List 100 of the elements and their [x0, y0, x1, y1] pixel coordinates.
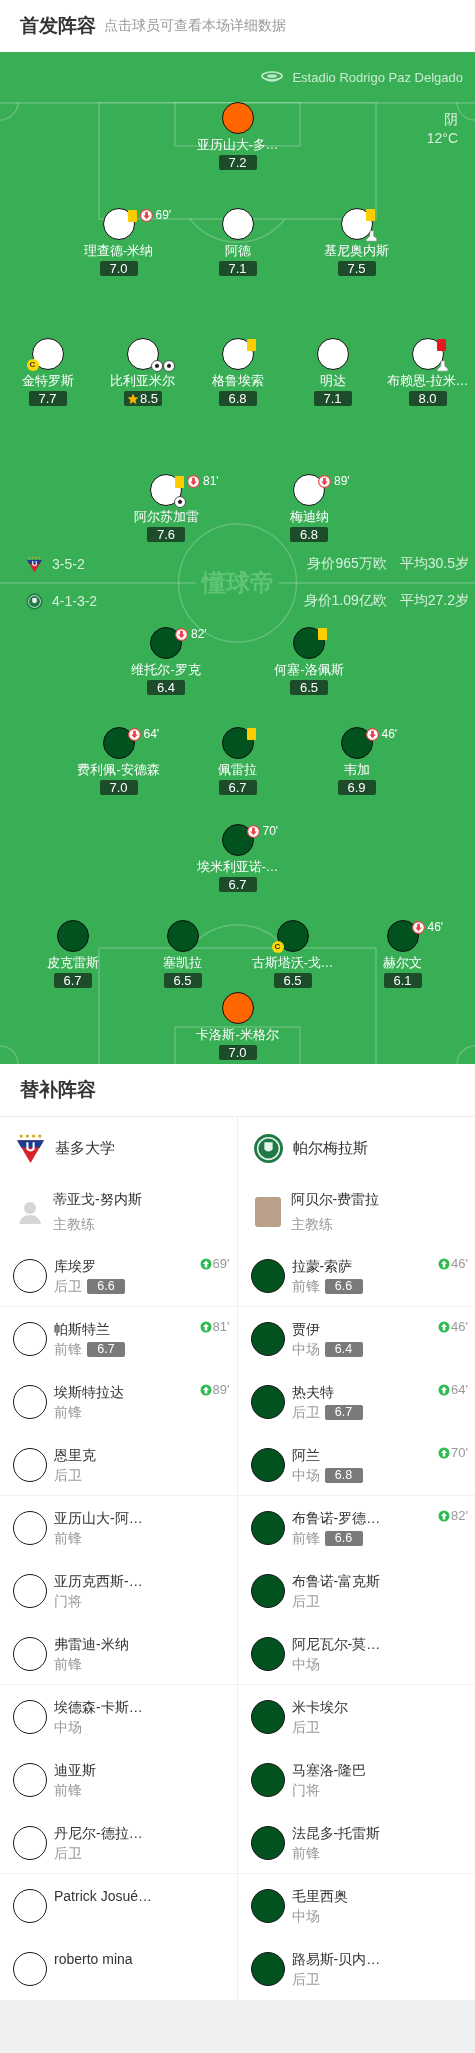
- player-circle[interactable]: [13, 1259, 47, 1293]
- player-circle[interactable]: [166, 920, 199, 952]
- player-circle[interactable]: [13, 1889, 47, 1923]
- player-name: 何塞-洛佩斯: [274, 662, 344, 678]
- player-name: 埃德森-卡斯…: [54, 1698, 143, 1716]
- player-circle[interactable]: [276, 920, 309, 952]
- section-title: 首发阵容: [20, 14, 96, 38]
- formation-label: 3-5-2: [52, 556, 85, 572]
- player-circle[interactable]: [250, 1511, 285, 1545]
- player-name: 韦加: [343, 762, 370, 778]
- player-circle[interactable]: [150, 627, 182, 659]
- player-name: 贾伊: [291, 1320, 321, 1338]
- player-circle[interactable]: [250, 1952, 285, 1986]
- card-icon: [365, 209, 375, 221]
- rating-badge: 6.6: [324, 1530, 363, 1546]
- player-circle[interactable]: [340, 727, 373, 759]
- player-name: 弗雷迪-米纳: [54, 1635, 129, 1653]
- player-name: 库埃罗: [54, 1257, 97, 1275]
- player-circle[interactable]: [13, 1763, 47, 1797]
- rating-badge: 6.5: [273, 973, 312, 988]
- position-label: 后卫: [291, 1592, 320, 1611]
- player-circle[interactable]: [221, 338, 254, 370]
- player-circle[interactable]: [316, 338, 349, 370]
- player-circle[interactable]: [56, 920, 89, 952]
- minute-label: 69': [212, 1256, 230, 1271]
- team-name: 基多大学: [55, 1139, 115, 1158]
- player-circle[interactable]: [250, 1889, 285, 1923]
- player-circle[interactable]: [13, 1385, 47, 1419]
- player-circle[interactable]: [293, 474, 325, 506]
- minute-label: 46': [381, 728, 398, 741]
- player-circle[interactable]: [221, 102, 254, 134]
- player-name: 费利佩-安德森: [77, 762, 160, 778]
- player-name: 赫尔文: [383, 955, 422, 971]
- down-arrow-icon: [411, 921, 425, 934]
- player-circle[interactable]: [250, 1259, 285, 1293]
- player-name: 阿德: [224, 243, 251, 259]
- up-arrow-icon: [438, 1446, 451, 1459]
- player-circle[interactable]: [31, 338, 64, 370]
- player-circle[interactable]: [250, 1574, 285, 1608]
- rating-badge: 6.5: [163, 973, 202, 988]
- rating-badge: 6.7: [87, 1341, 125, 1357]
- rating-badge: 7.5: [337, 261, 376, 276]
- player-name: 阿尼瓦尔-莫…: [291, 1635, 381, 1653]
- player-circle[interactable]: [13, 1574, 47, 1608]
- player-circle[interactable]: [13, 1322, 47, 1356]
- player-circle[interactable]: [250, 1448, 285, 1482]
- player-circle[interactable]: [250, 1385, 285, 1419]
- player-name: 卡洛斯-米格尔: [196, 1027, 279, 1043]
- player-circle[interactable]: [250, 1763, 285, 1797]
- player-circle[interactable]: [13, 1700, 47, 1734]
- minute-label: 46': [451, 1256, 468, 1271]
- up-arrow-icon: [199, 1257, 212, 1270]
- player-name: 基尼奥内斯: [324, 243, 389, 259]
- minute-label: 69': [155, 209, 172, 222]
- player-circle[interactable]: [126, 338, 159, 370]
- player-circle[interactable]: [250, 1826, 285, 1860]
- position-label: 前锋: [291, 1529, 320, 1548]
- ball-icon: [162, 360, 175, 372]
- rating-badge: 6.9: [337, 780, 376, 795]
- coach-name: 阿贝尔-费雷拉: [290, 1190, 380, 1208]
- rating-badge: 7.7: [28, 391, 67, 406]
- up-arrow-icon: [199, 1383, 212, 1396]
- position-label: 前锋: [54, 1403, 82, 1422]
- player-circle[interactable]: [293, 627, 325, 659]
- player-name: Patrick Josué…: [54, 1887, 153, 1905]
- player-circle[interactable]: [250, 1322, 285, 1356]
- player-circle[interactable]: [13, 1511, 47, 1545]
- player-circle[interactable]: [221, 208, 254, 240]
- minute-label: 89': [334, 475, 350, 488]
- down-arrow-icon: [365, 728, 379, 741]
- player-circle[interactable]: [411, 338, 444, 370]
- player-circle[interactable]: [340, 208, 373, 240]
- card-icon: [246, 339, 256, 351]
- player-circle[interactable]: [221, 727, 254, 759]
- player-circle[interactable]: [386, 920, 419, 952]
- rating-badge: 6.1: [383, 973, 422, 988]
- rating-badge: 7.0: [99, 261, 138, 276]
- minute-label: 46': [451, 1319, 468, 1334]
- player-name: 帕斯特兰: [54, 1320, 111, 1338]
- player-circle[interactable]: [250, 1700, 285, 1734]
- position-label: 中场: [54, 1718, 82, 1737]
- player-circle[interactable]: [13, 1952, 47, 1986]
- player-circle[interactable]: [221, 824, 254, 856]
- player-circle[interactable]: [221, 992, 254, 1024]
- position-label: 中场: [291, 1466, 320, 1485]
- minute-label: 82': [191, 628, 207, 641]
- up-arrow-icon: [438, 1383, 451, 1396]
- player-name: 梅迪纳: [289, 509, 329, 525]
- player-circle[interactable]: [250, 1637, 285, 1671]
- player-circle[interactable]: [13, 1826, 47, 1860]
- minute-label: 70': [262, 825, 279, 838]
- team-value: 身价965万欧: [307, 555, 387, 573]
- position-label: 后卫: [54, 1844, 82, 1863]
- player-circle[interactable]: [13, 1448, 47, 1482]
- minute-label: 89': [212, 1382, 230, 1397]
- player-circle[interactable]: [102, 727, 135, 759]
- position-label: 前锋: [54, 1340, 82, 1359]
- player-circle[interactable]: [102, 208, 135, 240]
- player-name: 阿兰: [291, 1446, 321, 1464]
- player-circle[interactable]: [13, 1637, 47, 1671]
